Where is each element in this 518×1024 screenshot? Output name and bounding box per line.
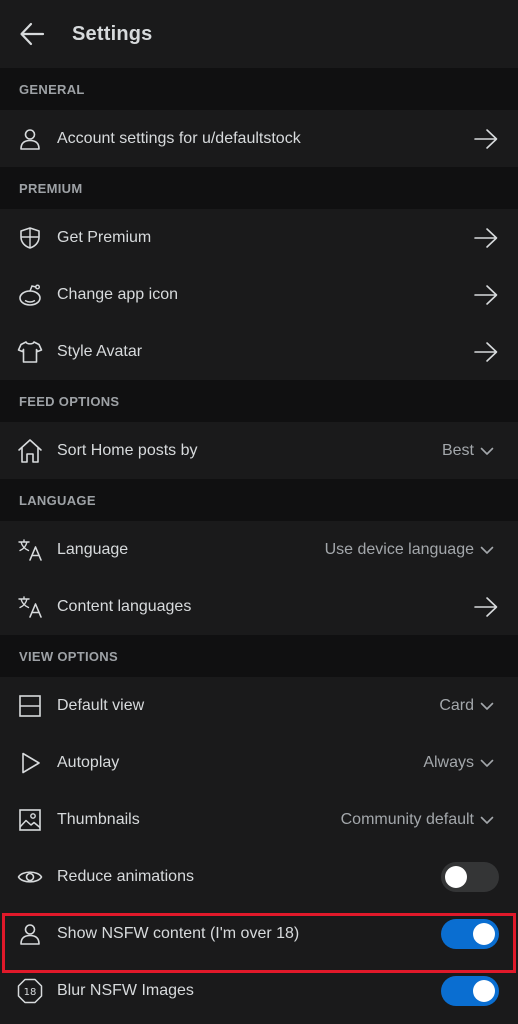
section-header-general: GENERAL [0,68,518,110]
blur-nsfw-row[interactable]: 18 Blur NSFW Images [0,962,518,1019]
image-icon [17,807,43,833]
reduce-animations-row[interactable]: Reduce animations [0,848,518,905]
language-dropdown[interactable]: Use device language [325,541,494,559]
section-header-feed-options: FEED OPTIONS [0,380,518,422]
section-header-language: LANGUAGE [0,479,518,521]
arrow-right-icon [471,124,501,154]
account-settings-row[interactable]: Account settings for u/defaultstock [0,110,518,167]
snoo-icon [17,282,43,308]
language-row[interactable]: Language Use device language [0,521,518,578]
autoplay-row[interactable]: Autoplay Always [0,734,518,791]
chevron-down-icon [480,815,494,825]
svg-text:18: 18 [24,987,37,998]
arrow-right-icon [471,592,501,622]
language-label: Language [57,540,129,558]
chevron-down-icon [480,545,494,555]
toggle-knob [445,865,467,888]
reduce-animations-label: Reduce animations [57,867,194,885]
arrow-right-icon [471,223,501,253]
sort-home-posts-dropdown[interactable]: Best [442,442,494,460]
toggle-knob [473,922,495,945]
sort-home-posts-row[interactable]: Sort Home posts by Best [0,422,518,479]
page-title: Settings [72,22,153,45]
thumbnails-row[interactable]: Thumbnails Community default [0,791,518,848]
section-header-premium: PREMIUM [0,167,518,209]
play-icon [17,750,43,776]
autoplay-label: Autoplay [57,753,120,771]
sort-home-posts-value: Best [441,441,474,459]
style-avatar-label: Style Avatar [57,342,143,360]
app-bar: Settings [0,0,518,68]
thumbnails-label: Thumbnails [57,810,140,828]
blur-nsfw-label: Blur NSFW Images [57,981,194,999]
show-nsfw-row[interactable]: Show NSFW content (I'm over 18) [0,905,518,962]
translate-icon [17,537,43,563]
eye-icon [17,864,43,890]
user-icon [17,126,43,152]
reduce-animations-toggle[interactable] [441,861,499,892]
chevron-down-icon [480,701,494,711]
translate-icon [17,594,43,620]
chevron-down-icon [480,446,494,456]
thumbnails-dropdown[interactable]: Community default [341,811,494,829]
autoplay-value: Always [423,753,474,771]
default-view-label: Default view [57,696,145,714]
toggle-knob [473,979,495,1002]
thumbnails-value: Community default [340,810,474,828]
style-avatar-row[interactable]: Style Avatar [0,323,518,380]
chevron-down-icon [480,758,494,768]
age-18-icon: 18 [17,978,43,1004]
back-button[interactable] [0,0,64,68]
sort-home-posts-label: Sort Home posts by [57,441,198,459]
layout-icon [17,693,43,719]
arrow-left-icon [20,22,45,46]
default-view-value: Card [439,696,474,714]
change-app-icon-label: Change app icon [57,285,178,303]
arrow-right-icon [471,337,501,367]
autoplay-dropdown[interactable]: Always [423,754,494,772]
language-value: Use device language [324,540,474,558]
content-languages-row[interactable]: Content languages [0,578,518,635]
change-app-icon-row[interactable]: Change app icon [0,266,518,323]
user-icon [17,921,43,947]
show-nsfw-label: Show NSFW content (I'm over 18) [57,924,300,942]
blur-nsfw-toggle[interactable] [441,975,499,1006]
get-premium-label: Get Premium [57,228,152,246]
content-languages-label: Content languages [57,597,192,615]
account-settings-label: Account settings for u/defaultstock [57,129,301,147]
default-view-dropdown[interactable]: Card [439,697,494,715]
arrow-right-icon [471,280,501,310]
default-view-row[interactable]: Default view Card [0,677,518,734]
show-nsfw-toggle[interactable] [441,918,499,949]
home-icon [17,438,43,464]
section-header-view-options: VIEW OPTIONS [0,635,518,677]
shirt-icon [17,339,43,365]
shield-icon [17,225,43,251]
get-premium-row[interactable]: Get Premium [0,209,518,266]
